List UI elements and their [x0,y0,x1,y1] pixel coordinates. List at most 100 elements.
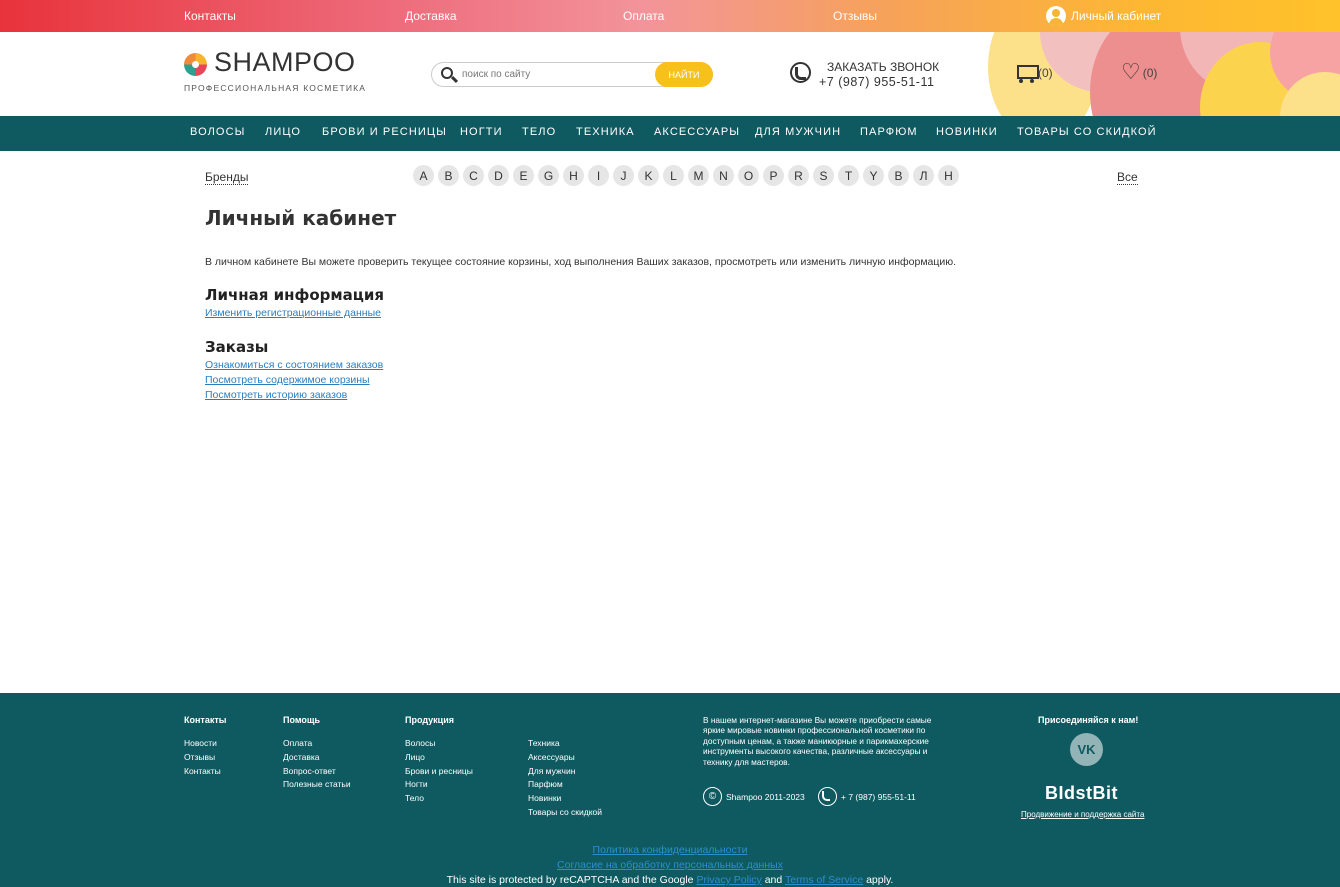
nav-item-sale[interactable]: ТОВАРЫ СО СКИДКОЙ [1017,126,1157,138]
footer-contacts-heading: Контакты [184,715,227,725]
brand-letter[interactable]: L [663,165,684,186]
copyright-text: Shampoo 2011-2023 [726,791,805,802]
google-privacy-link[interactable]: Privacy Policy [696,874,761,886]
callback-title[interactable]: ЗАКАЗАТЬ ЗВОНОК [827,60,939,74]
consent-row: Согласие на обработку персональных данны… [0,859,1340,871]
footer-help-list: Оплата Доставка Вопрос-ответ Полезные ст… [283,737,351,792]
nav-item-body[interactable]: ТЕЛО [522,126,556,138]
edit-registration-link[interactable]: Изменить регистрационные данные [205,307,381,319]
footer-link[interactable]: Полезные статьи [283,778,351,792]
footer-link[interactable]: Лицо [405,751,473,765]
developer-logo[interactable]: BIdstBit [1045,783,1118,804]
cart-icon [1012,62,1039,84]
brand-letter[interactable]: C [463,165,484,186]
brand-letter[interactable]: H [563,165,584,186]
brand-letter[interactable]: I [588,165,609,186]
header: SHAMPOO ПРОФЕССИОНАЛЬНАЯ КОСМЕТИКА НАЙТИ… [0,32,1340,116]
brands-label[interactable]: Бренды [205,170,249,185]
brand-letter[interactable]: Л [913,165,934,186]
cart-contents-link[interactable]: Посмотреть содержимое корзины [205,374,370,386]
footer-link[interactable]: Техника [528,737,602,751]
top-link-contacts[interactable]: Контакты [184,9,236,23]
user-icon [1046,6,1066,26]
brand-letter[interactable]: R [788,165,809,186]
search-button[interactable]: НАЙТИ [655,62,713,87]
nav-item-new[interactable]: НОВИНКИ [936,126,998,138]
order-status-link[interactable]: Ознакомиться с состоянием заказов [205,359,383,371]
footer-link[interactable]: Тело [405,792,473,806]
footer-products-list-1: Волосы Лицо Брови и ресницы Ногти Тело [405,737,473,806]
footer-link[interactable]: Ногти [405,778,473,792]
brand-letter[interactable]: G [538,165,559,186]
brand-letter[interactable]: K [638,165,659,186]
top-link-delivery[interactable]: Доставка [405,9,457,23]
footer-link[interactable]: Вопрос-ответ [283,765,351,779]
footer-copyright: © Shampoo 2011-2023 [703,787,805,806]
footer-products-heading: Продукция [405,715,454,725]
phone-icon [790,62,811,83]
favorites-button[interactable]: ♡ (0) [1121,62,1157,84]
page-title: Личный кабинет [205,206,397,230]
top-link-payment[interactable]: Оплата [623,9,664,23]
nav-item-nails[interactable]: НОГТИ [460,126,503,138]
nav-item-tech[interactable]: ТЕХНИКА [576,126,635,138]
nav-item-men[interactable]: ДЛЯ МУЖЧИН [755,126,841,138]
brand-letter[interactable]: N [713,165,734,186]
brand-letter[interactable]: M [688,165,709,186]
footer-link[interactable]: Отзывы [184,751,221,765]
footer-link[interactable]: Товары со скидкой [528,806,602,820]
footer-link[interactable]: Новости [184,737,221,751]
footer-link[interactable]: Парфюм [528,778,602,792]
copyright-icon: © [703,787,722,806]
footer-link[interactable]: Волосы [405,737,473,751]
footer-link[interactable]: Новинки [528,792,602,806]
brand-letter[interactable]: E [513,165,534,186]
logo-text: SHAMPOO [214,47,356,77]
recaptcha-text: This site is protected by reCAPTCHA and … [446,874,694,886]
developer-link[interactable]: Продвижение и поддержка сайта [1021,810,1144,819]
brand-letter[interactable]: Y [863,165,884,186]
google-terms-link[interactable]: Terms of Service [785,874,863,886]
footer-link[interactable]: Брови и ресницы [405,765,473,779]
footer-help-heading: Помощь [283,715,321,725]
all-brands-link[interactable]: Все [1117,170,1138,185]
phone-icon [818,787,837,806]
brand-letter[interactable]: Н [938,165,959,186]
consent-link[interactable]: Согласие на обработку персональных данны… [557,859,783,871]
footer-contacts-list: Новости Отзывы Контакты [184,737,221,778]
main-nav: ВОЛОСЫ ЛИЦО БРОВИ И РЕСНИЦЫ НОГТИ ТЕЛО Т… [0,116,1340,151]
brand-letter[interactable]: A [413,165,434,186]
order-history-link[interactable]: Посмотреть историю заказов [205,389,347,401]
nav-item-brows[interactable]: БРОВИ И РЕСНИЦЫ [322,126,447,138]
brand-letter[interactable]: D [488,165,509,186]
cart-button[interactable]: (0) [1012,62,1053,84]
nav-item-perfume[interactable]: ПАРФЮМ [860,126,918,138]
footer-phone[interactable]: + 7 (987) 955-51-11 [818,787,916,806]
brand-letter[interactable]: T [838,165,859,186]
brand-letter[interactable]: P [763,165,784,186]
vk-icon[interactable]: VK [1070,733,1103,766]
brand-letter[interactable]: B [438,165,459,186]
footer-link[interactable]: Доставка [283,751,351,765]
nav-item-face[interactable]: ЛИЦО [265,126,301,138]
orders-title: Заказы [205,338,269,356]
footer-products-list-2: Техника Аксессуары Для мужчин Парфюм Нов… [528,737,602,820]
heart-icon: ♡ [1121,60,1141,85]
nav-item-accessories[interactable]: АКСЕССУАРЫ [654,126,740,138]
privacy-policy-link[interactable]: Политика конфиденциальности [593,844,748,856]
brand-letter[interactable]: O [738,165,759,186]
account-link[interactable]: Личный кабинет [1046,6,1161,26]
brand-letters: A B C D E G H I J K L M N O P R S T Y В … [413,165,959,186]
footer-link[interactable]: Контакты [184,765,221,779]
personal-info-title: Личная информация [205,286,385,304]
footer-link[interactable]: Для мужчин [528,765,602,779]
brand-letter[interactable]: J [613,165,634,186]
footer-link[interactable]: Оплата [283,737,351,751]
privacy-row: Политика конфиденциальности [0,844,1340,856]
brand-letter[interactable]: В [888,165,909,186]
brand-letter[interactable]: S [813,165,834,186]
top-link-reviews[interactable]: Отзывы [833,9,877,23]
footer-link[interactable]: Аксессуары [528,751,602,765]
search-input[interactable] [462,66,652,83]
nav-item-hair[interactable]: ВОЛОСЫ [190,126,245,138]
